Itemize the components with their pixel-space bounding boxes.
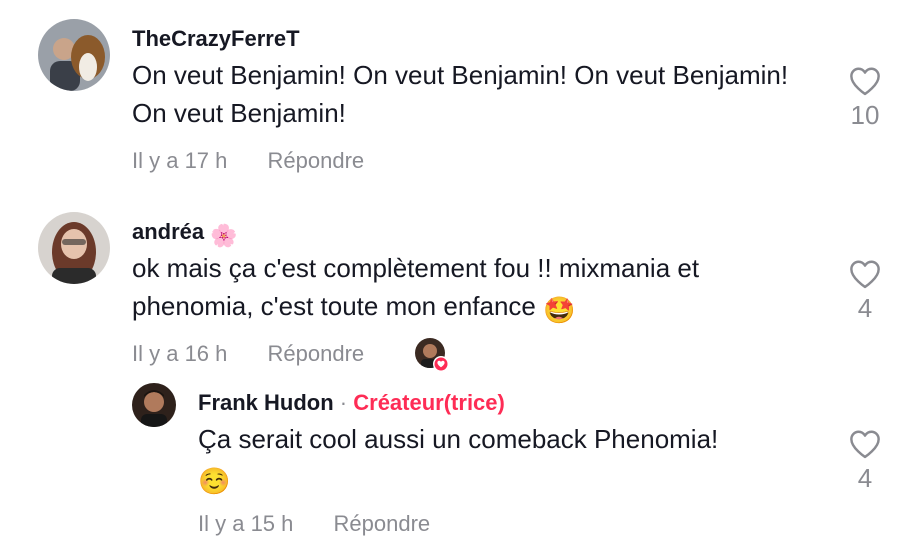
reply-username[interactable]: Frank Hudon <box>198 390 334 415</box>
reply-text: Ça serait cool aussi un comeback Phenomi… <box>198 420 798 500</box>
heart-outline-icon <box>850 260 880 289</box>
separator-dot: · <box>339 390 348 415</box>
comment-meta: Il y a 16 h Répondre <box>132 341 364 367</box>
like-button[interactable]: 10 <box>835 66 895 131</box>
avatar-image <box>38 19 110 91</box>
like-count: 4 <box>857 293 873 323</box>
avatar[interactable] <box>38 19 110 91</box>
reply-button[interactable]: Répondre <box>268 341 365 367</box>
heart-badge-icon <box>433 356 449 372</box>
reply-meta: Il y a 15 h Répondre <box>198 511 430 537</box>
like-button[interactable]: 4 <box>835 429 895 494</box>
comment-timestamp: Il y a 17 h <box>132 148 228 173</box>
comment-text-content: On veut Benjamin! On veut Benjamin! On v… <box>132 60 789 128</box>
comment-text: ok mais ça c'est complètement fou !! mix… <box>132 249 812 329</box>
reply-timestamp: Il y a 15 h <box>198 511 294 536</box>
avatar[interactable] <box>38 212 110 284</box>
comment-username[interactable]: andréa 🌸 <box>132 219 238 249</box>
creator-badge: Créateur(trice) <box>353 390 505 415</box>
reply-username-row: Frank Hudon · Créateur(trice) <box>198 390 505 416</box>
username-text: andréa <box>132 219 205 244</box>
reply-button[interactable]: Répondre <box>268 148 365 174</box>
like-count: 10 <box>850 100 880 130</box>
comment-timestamp: Il y a 16 h <box>132 341 228 366</box>
avatar-image <box>38 212 110 284</box>
avatar[interactable] <box>132 383 176 427</box>
reply-button[interactable]: Répondre <box>334 511 431 537</box>
comment-text: On veut Benjamin! On veut Benjamin! On v… <box>132 56 792 132</box>
comment-meta: Il y a 17 h Répondre <box>132 148 364 174</box>
star-struck-emoji-icon: 🤩 <box>543 295 576 325</box>
heart-outline-icon <box>850 430 880 459</box>
reply-text-content: Ça serait cool aussi un comeback Phenomi… <box>198 424 719 454</box>
avatar-image <box>132 383 176 427</box>
comment-username[interactable]: TheCrazyFerreT <box>132 26 300 52</box>
creator-liked-avatar <box>415 338 449 372</box>
flower-emoji-icon: 🌸 <box>210 223 238 248</box>
like-count: 4 <box>857 463 873 493</box>
like-button[interactable]: 4 <box>835 259 895 324</box>
comment-text-content: ok mais ça c'est complètement fou !! mix… <box>132 253 700 321</box>
smiling-emoji-icon: ☺️ <box>198 466 231 496</box>
heart-outline-icon <box>850 67 880 96</box>
